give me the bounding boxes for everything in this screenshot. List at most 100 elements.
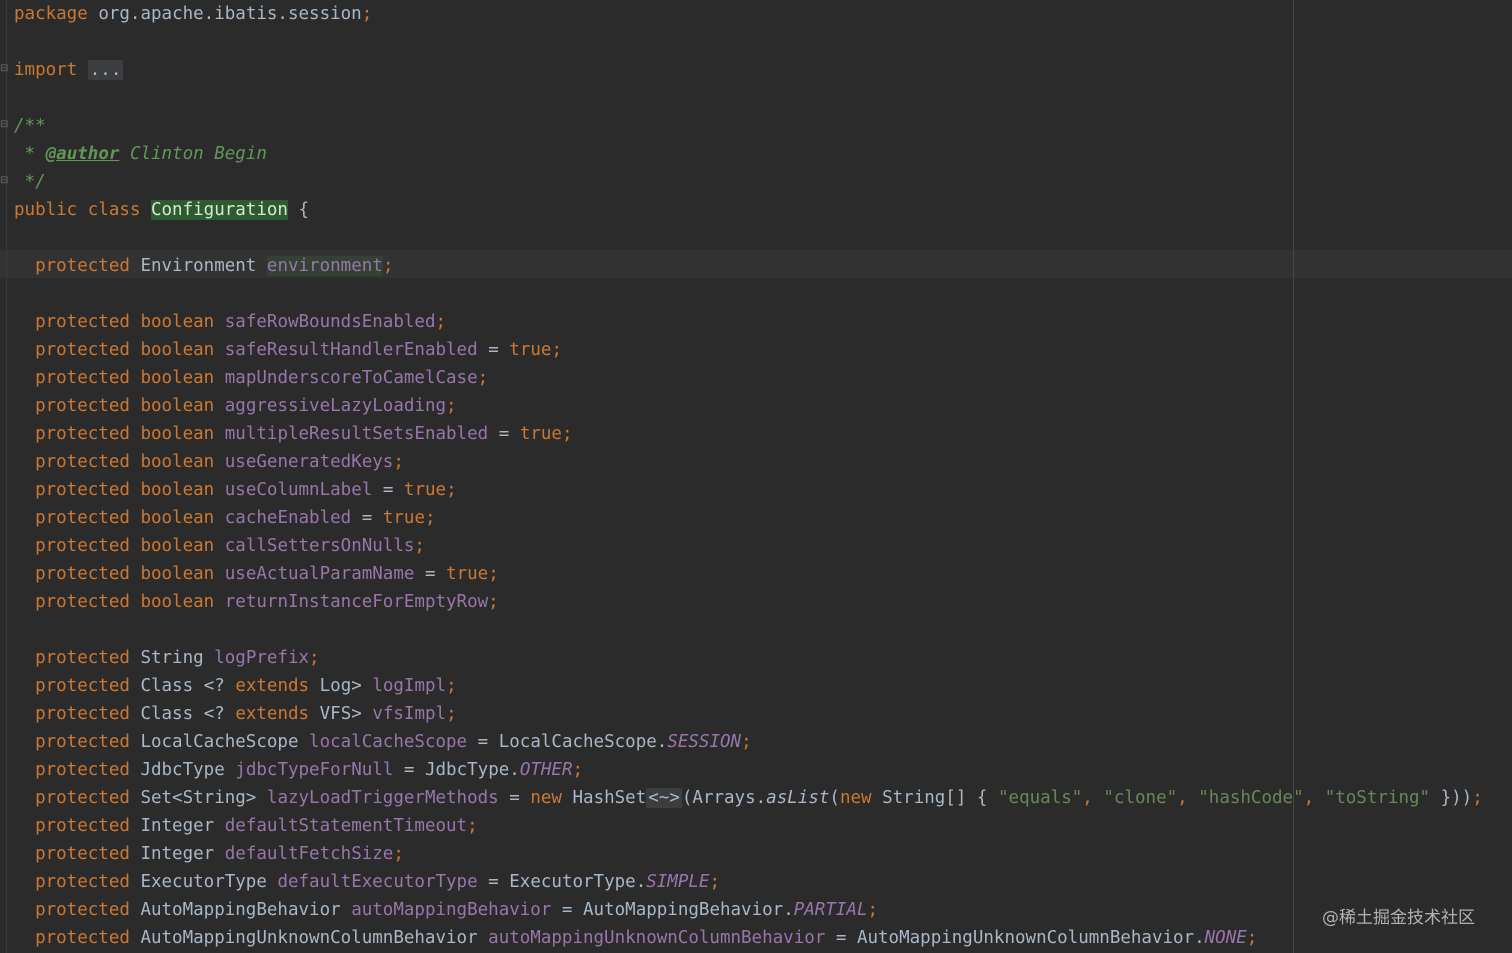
modifier: protected (35, 928, 130, 948)
boolean-field-line[interactable]: protected boolean useGeneratedKeys; (14, 448, 404, 476)
field-name[interactable]: useActualParamName (225, 564, 415, 584)
field-name[interactable]: safeResultHandlerEnabled (225, 340, 478, 360)
call-prefix: (Arrays. (681, 788, 767, 808)
field-name[interactable]: useGeneratedKeys (225, 452, 394, 472)
field-name[interactable]: logImpl (372, 676, 446, 696)
field-name[interactable]: safeRowBoundsEnabled (225, 312, 436, 332)
folded-diamond[interactable]: <~> (646, 788, 682, 808)
enum-constant[interactable]: OTHER (520, 760, 573, 780)
modifier: protected (35, 452, 130, 472)
gutter-border (6, 0, 7, 953)
field-type: boolean (140, 396, 215, 416)
field-name[interactable]: callSettersOnNulls (225, 536, 415, 556)
field-line-auto-mapping-unknown[interactable]: protected AutoMappingUnknownColumnBehavi… (14, 924, 1257, 952)
enum-owner: LocalCacheScope. (498, 732, 668, 752)
enum-owner: ExecutorType. (509, 872, 647, 892)
fold-toggle-icon[interactable]: ⊟ (0, 64, 10, 74)
modifier: protected (35, 676, 130, 696)
field-type: JdbcType (140, 760, 225, 780)
field-type: AutoMappingUnknownColumnBehavior (140, 928, 478, 948)
class-name[interactable]: Configuration (150, 200, 288, 220)
field-name[interactable]: cacheEnabled (225, 508, 351, 528)
field-type: String (140, 648, 204, 668)
boolean-field-line[interactable]: protected boolean cacheEnabled = true; (14, 504, 436, 532)
generic-wildcard: <? (203, 704, 225, 724)
keyword: new (530, 788, 562, 808)
field-name[interactable]: returnInstanceForEmptyRow (225, 592, 488, 612)
string-literal: "clone" (1103, 788, 1178, 808)
field-name[interactable]: defaultExecutorType (277, 872, 477, 892)
javadoc-start: /** (14, 116, 46, 136)
boolean-field-line[interactable]: protected boolean safeResultHandlerEnabl… (14, 336, 562, 364)
boolean-field-line[interactable]: protected boolean callSettersOnNulls; (14, 532, 425, 560)
field-line-local-cache-scope[interactable]: protected LocalCacheScope localCacheScop… (14, 728, 752, 756)
field-type: boolean (140, 452, 215, 472)
field-name[interactable]: jdbcTypeForNull (235, 760, 393, 780)
enum-owner: AutoMappingUnknownColumnBehavior. (856, 928, 1205, 948)
code-line-package[interactable]: package org.apache.ibatis.session; (14, 0, 372, 28)
field-name[interactable]: useColumnLabel (225, 480, 373, 500)
keyword: import (14, 60, 78, 80)
boolean-field-line[interactable]: protected boolean safeRowBoundsEnabled; (14, 308, 446, 336)
folded-imports[interactable]: ... (87, 60, 124, 80)
field-line-default-statement-timeout[interactable]: protected Integer defaultStatementTimeou… (14, 812, 478, 840)
boolean-field-line[interactable]: protected boolean aggressiveLazyLoading; (14, 392, 457, 420)
assign-operator: = (477, 732, 489, 752)
string-literal: "hashCode" (1198, 788, 1304, 808)
javadoc-author-tag[interactable]: @author (46, 144, 120, 164)
field-line-environment[interactable]: protected Environment environment; (14, 252, 393, 280)
field-name[interactable]: defaultStatementTimeout (225, 816, 467, 836)
boolean-field-line[interactable]: protected boolean returnInstanceForEmpty… (14, 588, 499, 616)
enum-constant[interactable]: SIMPLE (646, 872, 709, 892)
assign-operator: = (509, 788, 520, 808)
javadoc-close[interactable]: */ (14, 168, 46, 196)
field-type: boolean (140, 368, 215, 388)
assign-operator: = (424, 564, 436, 584)
semicolon: ; (425, 508, 436, 528)
javadoc-open[interactable]: /** (14, 112, 46, 140)
field-line-vfs-impl[interactable]: protected Class <? extends VFS> vfsImpl; (14, 700, 457, 728)
semicolon: ; (309, 648, 320, 668)
field-name[interactable]: lazyLoadTriggerMethods (267, 788, 499, 808)
field-name[interactable]: environment (266, 256, 383, 276)
semicolon: ; (446, 704, 457, 724)
class-declaration[interactable]: public class Configuration { (14, 196, 309, 224)
boolean-field-line[interactable]: protected boolean mapUnderscoreToCamelCa… (14, 364, 488, 392)
javadoc-author-line[interactable]: * @author Clinton Begin (14, 140, 267, 168)
fold-end-icon[interactable]: ⊟ (0, 176, 10, 186)
field-name[interactable]: logPrefix (214, 648, 309, 668)
string-literal: "equals" (998, 788, 1083, 808)
field-name[interactable]: aggressiveLazyLoading (225, 396, 446, 416)
field-type: Class (140, 704, 194, 724)
code-line-import[interactable]: import ... (14, 56, 124, 84)
field-name[interactable]: localCacheScope (309, 732, 467, 752)
code-editor[interactable]: ⊟ ⊟ ⊟ package org.apache.ibatis.session;… (0, 0, 1512, 953)
static-method[interactable]: asList (766, 788, 829, 808)
enum-constant[interactable]: PARTIAL (794, 900, 868, 920)
enum-constant[interactable]: SESSION (667, 732, 741, 752)
field-line-lazy-load-trigger[interactable]: protected Set<String> lazyLoadTriggerMet… (14, 784, 1483, 812)
boolean-field-line[interactable]: protected boolean multipleResultSetsEnab… (14, 420, 572, 448)
field-line-log-prefix[interactable]: protected String logPrefix; (14, 644, 320, 672)
comma: , (1303, 788, 1315, 808)
field-name[interactable]: defaultFetchSize (225, 844, 394, 864)
field-line-log-impl[interactable]: protected Class <? extends Log> logImpl; (14, 672, 457, 700)
field-name[interactable]: vfsImpl (372, 704, 446, 724)
boolean-field-line[interactable]: protected boolean useColumnLabel = true; (14, 476, 457, 504)
watermark: @稀土掘金技术社区 (1322, 908, 1475, 928)
modifier: protected (35, 592, 130, 612)
field-type: Environment (140, 256, 257, 276)
field-line-default-executor-type[interactable]: protected ExecutorType defaultExecutorTy… (14, 868, 720, 896)
field-type: Class (140, 676, 194, 696)
field-type: AutoMappingBehavior (140, 900, 341, 920)
fold-toggle-icon[interactable]: ⊟ (0, 120, 10, 130)
boolean-field-line[interactable]: protected boolean useActualParamName = t… (14, 560, 499, 588)
field-name[interactable]: mapUnderscoreToCamelCase (225, 368, 478, 388)
field-line-jdbc-type[interactable]: protected JdbcType jdbcTypeForNull = Jdb… (14, 756, 583, 784)
field-name[interactable]: autoMappingUnknownColumnBehavior (488, 928, 825, 948)
field-line-default-fetch-size[interactable]: protected Integer defaultFetchSize; (14, 840, 404, 868)
enum-constant[interactable]: NONE (1205, 928, 1247, 948)
field-name[interactable]: multipleResultSetsEnabled (225, 424, 488, 444)
field-name[interactable]: autoMappingBehavior (351, 900, 551, 920)
field-line-auto-mapping-behavior[interactable]: protected AutoMappingBehavior autoMappin… (14, 896, 878, 924)
